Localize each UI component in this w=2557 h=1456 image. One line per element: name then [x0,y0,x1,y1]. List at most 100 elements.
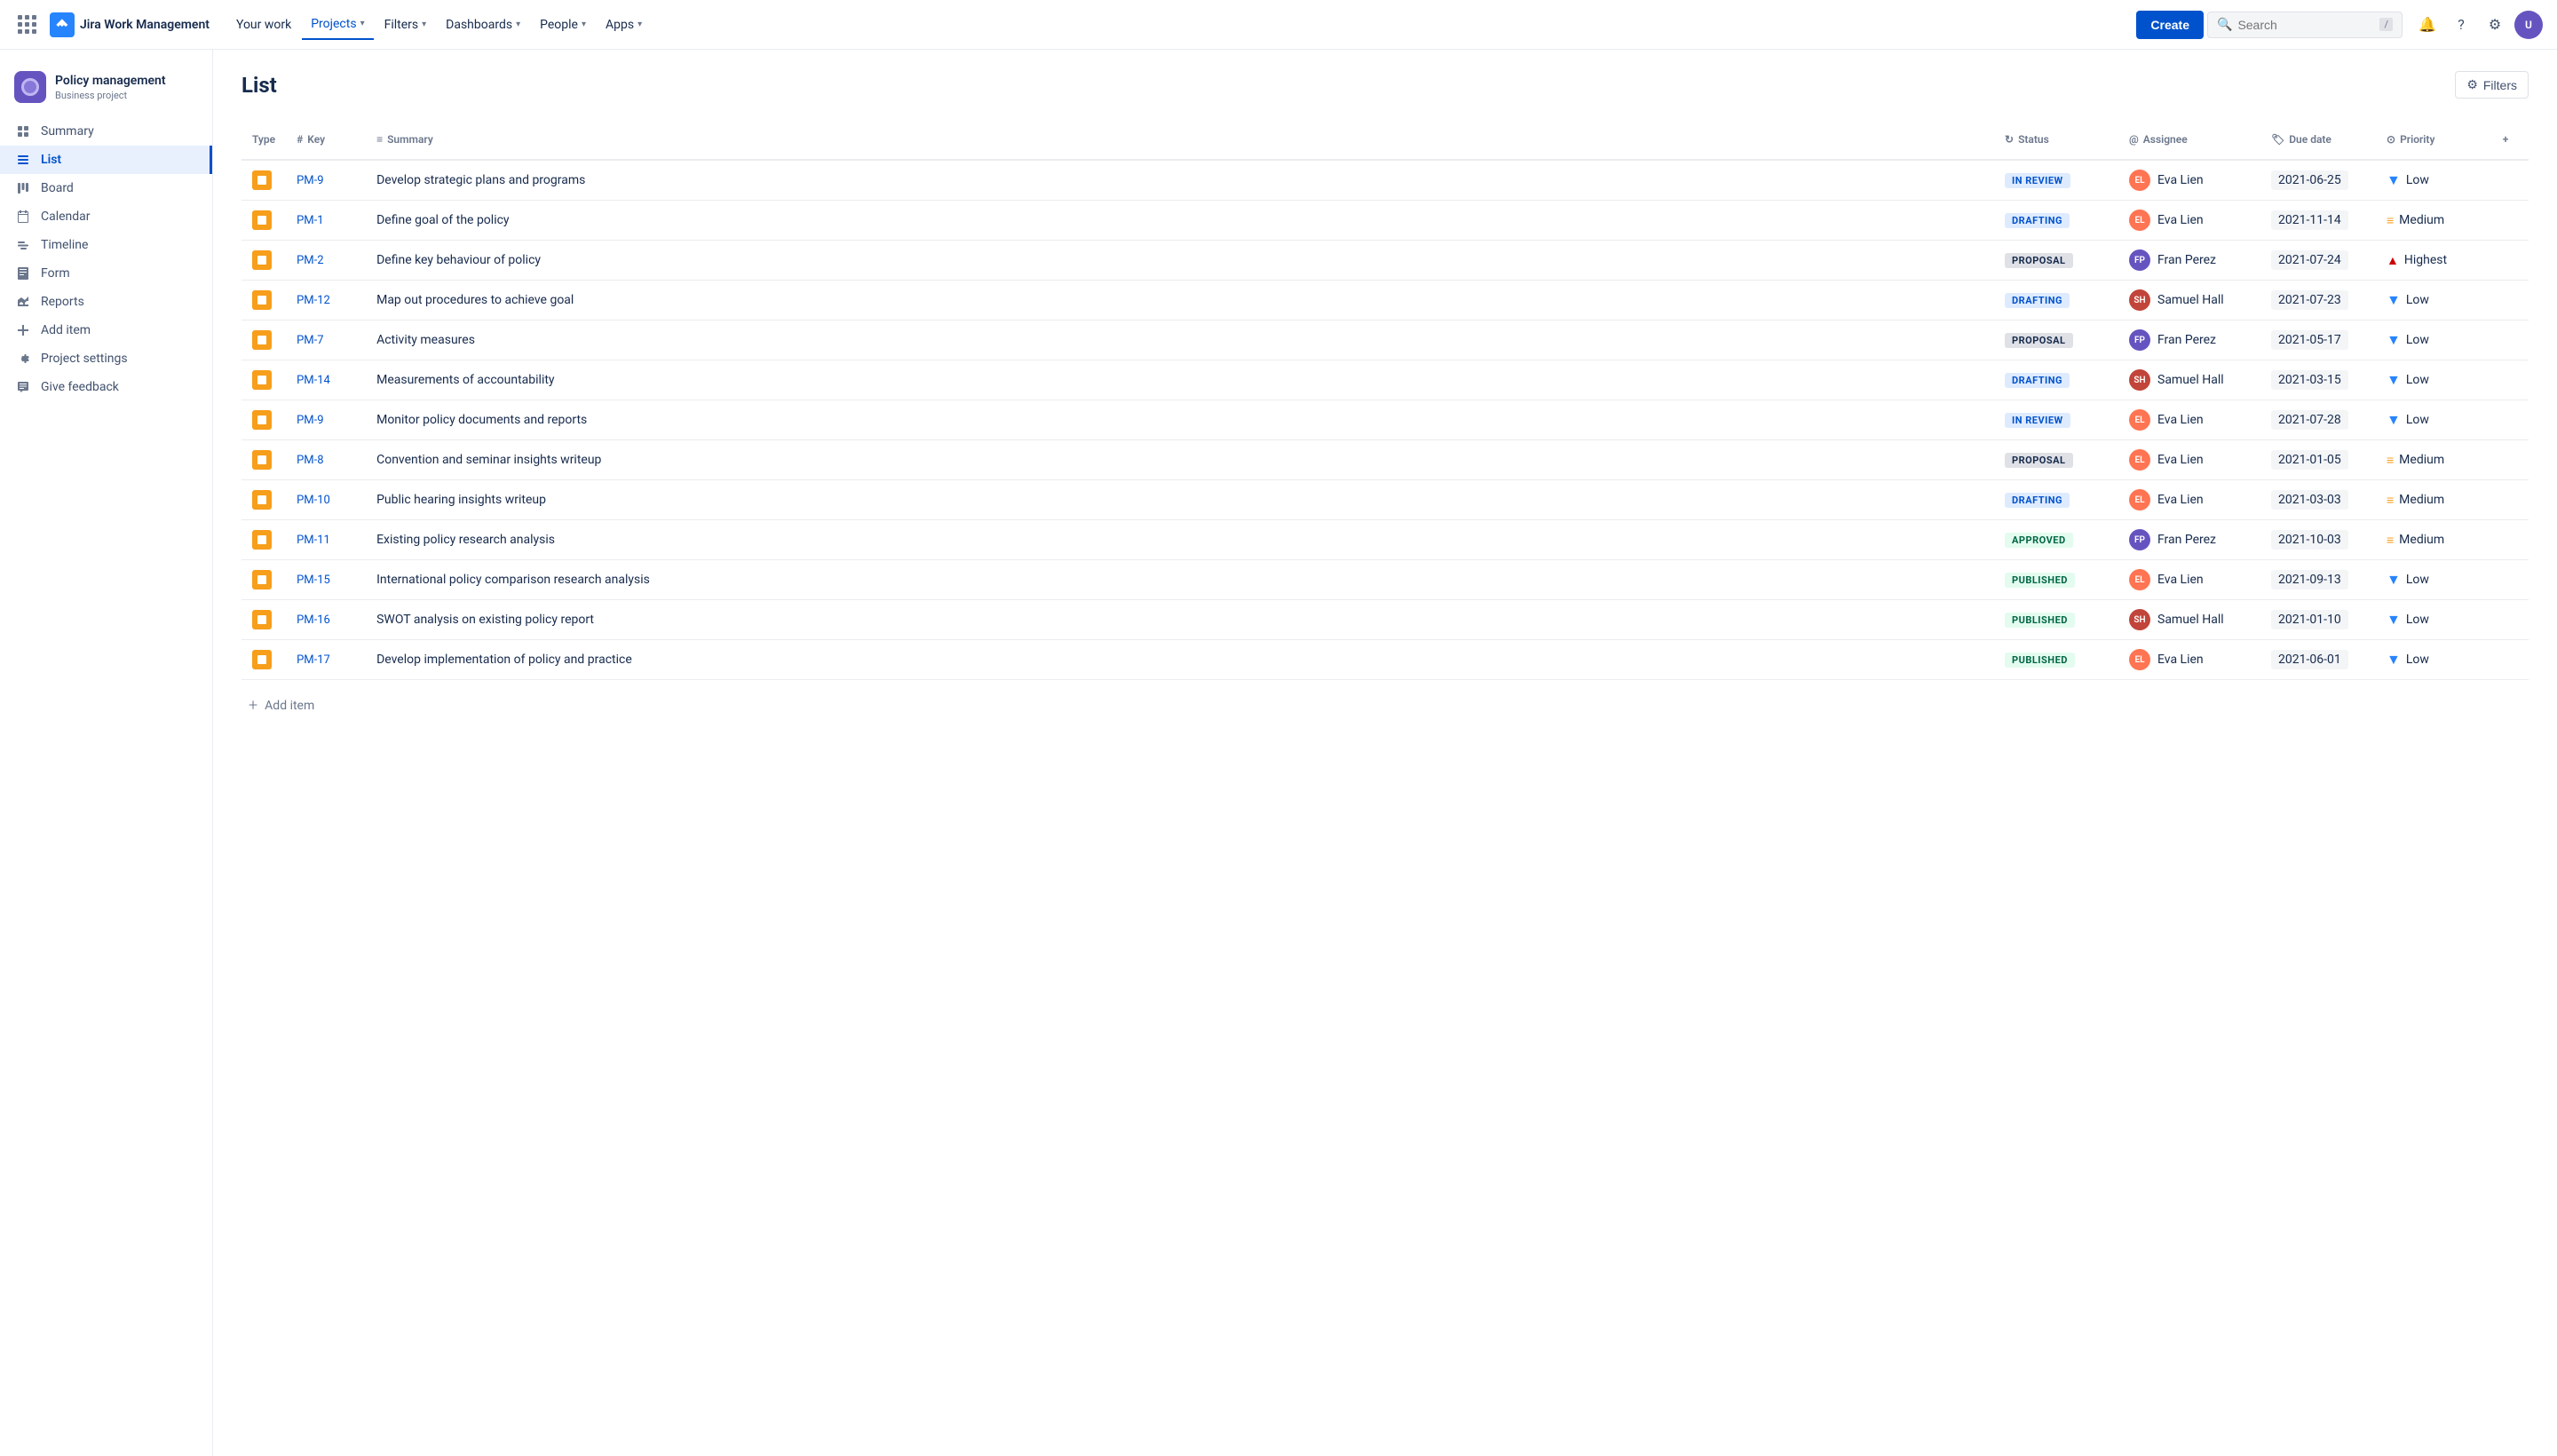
sidebar-item-add-item[interactable]: Add item [0,316,212,344]
notifications-icon[interactable]: 🔔 [2413,11,2442,39]
nav-filters[interactable]: Filters ▾ [376,11,436,39]
nav-dashboards[interactable]: Dashboards ▾ [437,11,529,39]
table-row[interactable]: PM-9 Monitor policy documents and report… [241,400,2529,440]
col-header-add[interactable]: + [2482,120,2529,160]
issue-key-link[interactable]: PM-1 [297,214,323,227]
cell-status[interactable]: PROPOSAL [1994,320,2118,360]
due-date-value: 2021-03-03 [2271,490,2348,510]
table-row[interactable]: PM-8 Convention and seminar insights wri… [241,440,2529,480]
issue-key-link[interactable]: PM-7 [297,334,323,347]
status-badge[interactable]: IN REVIEW [2005,413,2070,428]
table-row[interactable]: PM-9 Develop strategic plans and program… [241,160,2529,201]
add-column-button[interactable]: + [2493,127,2518,152]
status-badge[interactable]: DRAFTING [2005,373,2070,388]
sidebar-item-project-settings[interactable]: Project settings [0,344,212,373]
cell-key[interactable]: PM-12 [286,281,366,320]
user-avatar[interactable]: U [2514,11,2543,39]
issue-key-link[interactable]: PM-17 [297,653,330,667]
sidebar-item-give-feedback[interactable]: Give feedback [0,373,212,401]
add-item-button[interactable]: + Add item [241,691,2529,720]
filters-button[interactable]: ⚙ Filters [2455,71,2529,99]
table-row[interactable]: PM-2 Define key behaviour of policy PROP… [241,241,2529,281]
cell-key[interactable]: PM-9 [286,400,366,440]
cell-status[interactable]: DRAFTING [1994,201,2118,241]
assignee-cell: EL Eva Lien [2129,649,2250,670]
issue-key-link[interactable]: PM-15 [297,574,330,587]
search-box[interactable]: 🔍 / [2207,12,2403,38]
sidebar-item-timeline[interactable]: Timeline [0,231,212,259]
table-row[interactable]: PM-7 Activity measures PROPOSAL FP Fran … [241,320,2529,360]
status-badge[interactable]: IN REVIEW [2005,173,2070,188]
issue-key-link[interactable]: PM-14 [297,374,330,387]
cell-status[interactable]: PROPOSAL [1994,440,2118,480]
apps-grid-icon[interactable] [14,12,39,37]
cell-status[interactable]: PUBLISHED [1994,640,2118,680]
sidebar-label-calendar: Calendar [41,210,91,224]
table-row[interactable]: PM-10 Public hearing insights writeup DR… [241,480,2529,520]
status-badge[interactable]: PROPOSAL [2005,253,2073,268]
issue-summary: International policy comparison research… [376,573,650,587]
help-icon[interactable]: ? [2447,11,2475,39]
table-row[interactable]: PM-15 International policy comparison re… [241,560,2529,600]
project-info: Policy management Business project [55,73,166,100]
sidebar-item-form[interactable]: Form [0,259,212,288]
brand-logo-link[interactable]: Jira Work Management [50,12,210,37]
cell-key[interactable]: PM-8 [286,440,366,480]
table-row[interactable]: PM-16 SWOT analysis on existing policy r… [241,600,2529,640]
cell-key[interactable]: PM-16 [286,600,366,640]
cell-key[interactable]: PM-2 [286,241,366,281]
cell-key[interactable]: PM-15 [286,560,366,600]
nav-projects[interactable]: Projects ▾ [302,10,373,40]
issue-key-link[interactable]: PM-8 [297,454,323,467]
cell-key[interactable]: PM-11 [286,520,366,560]
cell-key[interactable]: PM-7 [286,320,366,360]
issue-key-link[interactable]: PM-9 [297,414,323,427]
status-badge[interactable]: DRAFTING [2005,213,2070,228]
status-badge[interactable]: PUBLISHED [2005,613,2075,628]
cell-status[interactable]: PUBLISHED [1994,560,2118,600]
cell-key[interactable]: PM-17 [286,640,366,680]
status-badge[interactable]: PUBLISHED [2005,573,2075,588]
table-row[interactable]: PM-14 Measurements of accountability DRA… [241,360,2529,400]
cell-status[interactable]: IN REVIEW [1994,160,2118,201]
cell-key[interactable]: PM-9 [286,160,366,201]
sidebar-item-reports[interactable]: Reports [0,288,212,316]
status-badge[interactable]: PUBLISHED [2005,653,2075,668]
status-badge[interactable]: PROPOSAL [2005,453,2073,468]
cell-key[interactable]: PM-1 [286,201,366,241]
cell-status[interactable]: IN REVIEW [1994,400,2118,440]
table-row[interactable]: PM-17 Develop implementation of policy a… [241,640,2529,680]
issue-key-link[interactable]: PM-16 [297,613,330,627]
sidebar-item-calendar[interactable]: Calendar [0,202,212,231]
cell-status[interactable]: PUBLISHED [1994,600,2118,640]
status-badge[interactable]: DRAFTING [2005,293,2070,308]
issue-key-link[interactable]: PM-10 [297,494,330,507]
create-button[interactable]: Create [2136,11,2204,39]
issue-key-link[interactable]: PM-9 [297,174,323,187]
table-row[interactable]: PM-12 Map out procedures to achieve goal… [241,281,2529,320]
nav-apps[interactable]: Apps ▾ [597,11,651,39]
table-row[interactable]: PM-11 Existing policy research analysis … [241,520,2529,560]
issue-key-link[interactable]: PM-2 [297,254,323,267]
sidebar-item-board[interactable]: Board [0,174,212,202]
nav-people[interactable]: People ▾ [531,11,595,39]
cell-key[interactable]: PM-14 [286,360,366,400]
status-badge[interactable]: PROPOSAL [2005,333,2073,348]
settings-icon[interactable]: ⚙ [2481,11,2509,39]
sidebar-item-summary[interactable]: Summary [0,117,212,146]
nav-your-work[interactable]: Your work [227,11,300,39]
status-badge[interactable]: APPROVED [2005,533,2073,548]
cell-status[interactable]: PROPOSAL [1994,241,2118,281]
cell-status[interactable]: DRAFTING [1994,360,2118,400]
cell-status[interactable]: DRAFTING [1994,281,2118,320]
table-row[interactable]: PM-1 Define goal of the policy DRAFTING … [241,201,2529,241]
issue-key-link[interactable]: PM-12 [297,294,330,307]
search-input[interactable] [2237,18,2374,32]
sidebar-item-list[interactable]: List [0,146,212,174]
status-badge[interactable]: DRAFTING [2005,493,2070,508]
cell-status[interactable]: APPROVED [1994,520,2118,560]
issue-key-link[interactable]: PM-11 [297,534,330,547]
due-date-value: 2021-06-01 [2271,650,2348,669]
cell-status[interactable]: DRAFTING [1994,480,2118,520]
cell-key[interactable]: PM-10 [286,480,366,520]
